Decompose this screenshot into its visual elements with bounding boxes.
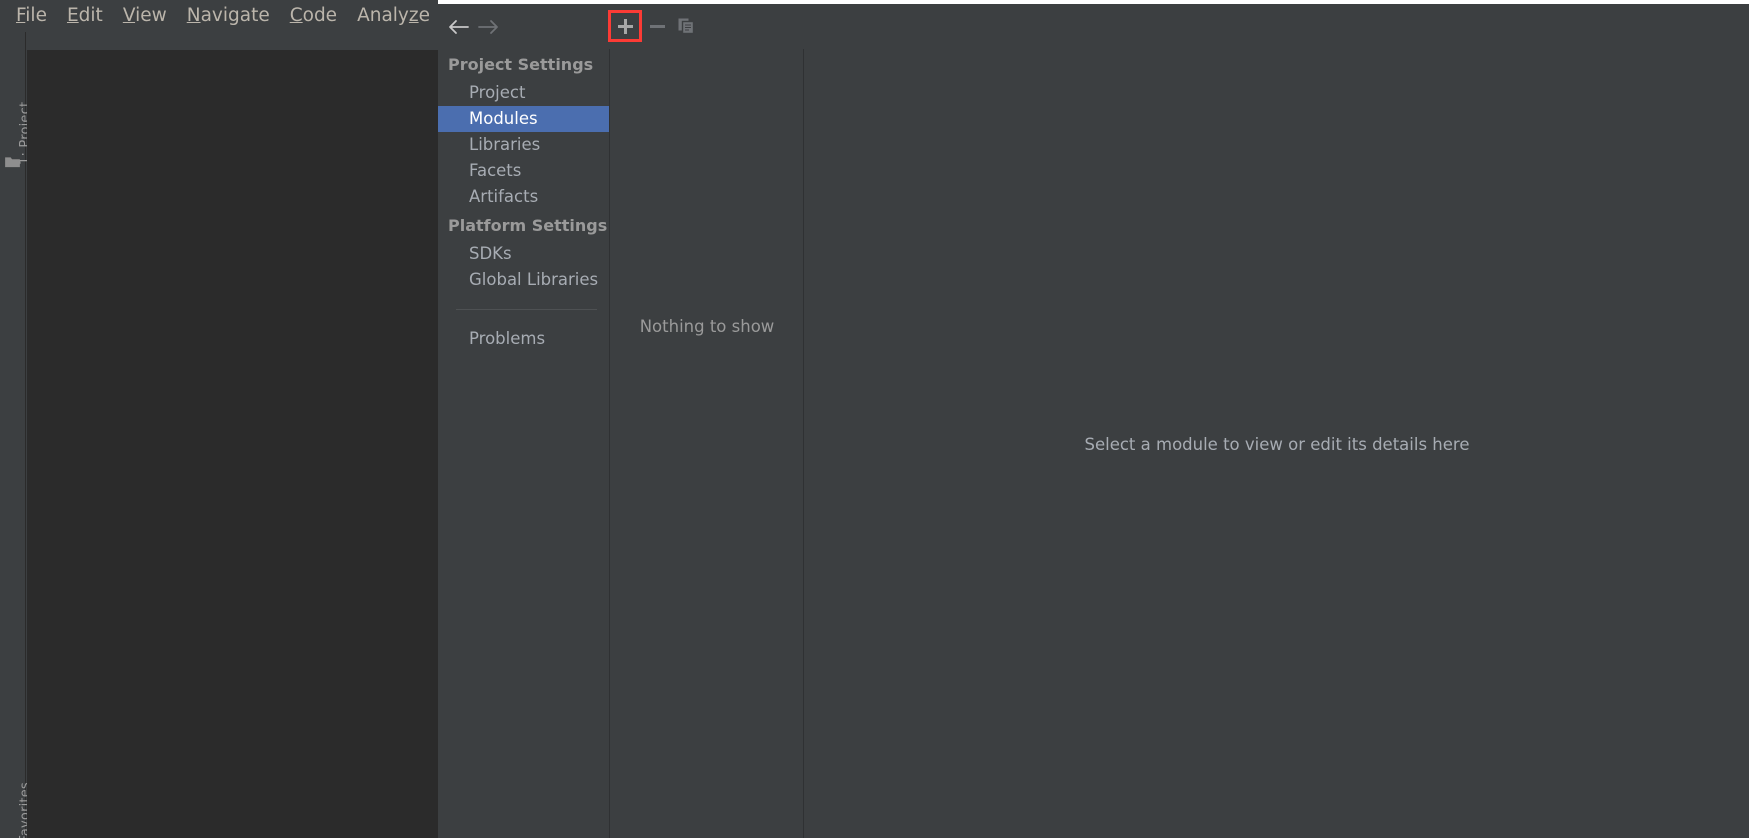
sidebar-divider [456,309,597,310]
add-module-button[interactable] [611,12,639,40]
modules-empty-text: Nothing to show [639,317,775,336]
menu-item-view[interactable]: View [113,6,177,26]
remove-module-button[interactable] [643,12,671,40]
arrow-left-icon[interactable] [445,13,473,41]
sidebar-group-title-project-settings: Project Settings [448,55,594,74]
menu-item-analyze[interactable]: Analyze [347,6,440,26]
sidebar-item-sdks[interactable]: SDKs [438,241,609,267]
arrow-right-icon[interactable] [474,13,502,41]
menu-item-file[interactable]: File [6,6,57,26]
module-details-empty-text: Select a module to view or edit its deta… [1084,435,1470,454]
menu-item-code[interactable]: Code [280,6,347,26]
sidebar-item-facets[interactable]: Facets [438,158,609,184]
copy-module-button[interactable] [672,12,700,40]
sidebar-group-title-platform-settings: Platform Settings [448,216,608,235]
sidebar-item-problems[interactable]: Problems [438,326,609,352]
plus-icon [617,18,633,34]
copy-icon [678,18,695,35]
sidebar-item-project[interactable]: Project [438,80,609,106]
module-details-panel: Select a module to view or edit its deta… [805,49,1749,838]
sidebar-item-modules[interactable]: Modules [438,106,609,132]
dialog-toolbar [438,4,1749,49]
sidebar-item-libraries[interactable]: Libraries [438,132,609,158]
minus-icon [649,19,665,34]
folder-icon[interactable] [5,156,20,168]
ide-window: File Edit View Navigate Code Analyze Ref… [0,0,1749,838]
menu-item-navigate[interactable]: Navigate [177,6,280,26]
project-structure-dialog: Project Settings Project Modules Librari… [438,0,1749,838]
left-tool-window-strip: 1: Project 2: Favorites [0,32,33,838]
sidebar-item-global-libraries[interactable]: Global Libraries [438,267,609,293]
modules-list-panel[interactable]: Nothing to show [611,49,804,838]
dialog-sidebar: Project Settings Project Modules Librari… [438,49,610,838]
menu-item-edit[interactable]: Edit [57,6,113,26]
sidebar-item-artifacts[interactable]: Artifacts [438,184,609,210]
